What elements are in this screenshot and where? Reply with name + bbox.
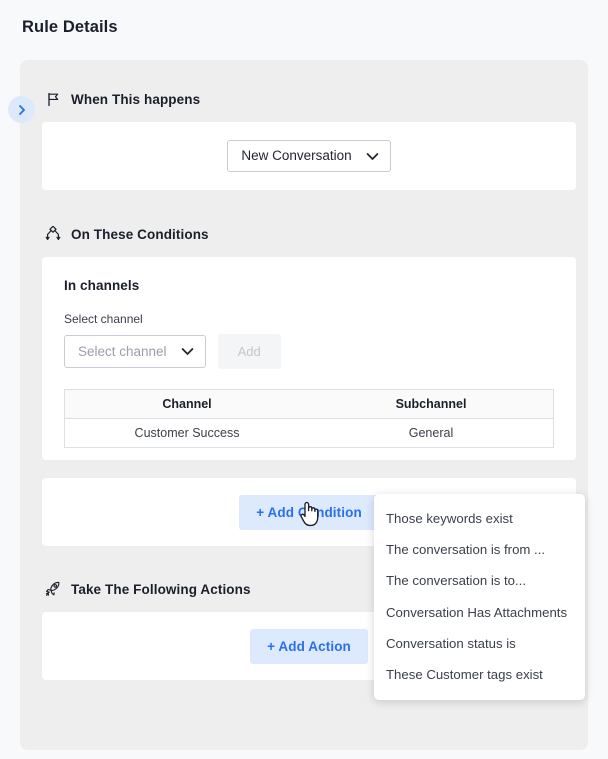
section-header-conditions: On These Conditions (44, 225, 209, 243)
menu-item-conversation-from[interactable]: The conversation is from ... (374, 534, 585, 565)
table-header-row: Channel Subchannel (64, 389, 554, 419)
add-condition-button[interactable]: + Add Condition (239, 494, 379, 530)
branch-nodes-icon (44, 225, 62, 243)
cell-channel: Customer Success (64, 418, 309, 448)
menu-item-conversation-to[interactable]: The conversation is to... (374, 565, 585, 596)
trigger-select-value: New Conversation (241, 148, 352, 164)
menu-item-customer-tags[interactable]: These Customer tags exist (374, 659, 585, 690)
add-action-button[interactable]: + Add Action (250, 628, 368, 664)
menu-item-has-attachments[interactable]: Conversation Has Attachments (374, 597, 585, 628)
cell-subchannel: General (309, 418, 554, 448)
channels-table: Channel Subchannel Customer Success Gene… (64, 389, 554, 448)
in-channels-card: In channels Select channel Select channe… (42, 257, 576, 460)
chevron-right-icon (16, 104, 28, 116)
menu-item-conversation-status[interactable]: Conversation status is (374, 628, 585, 659)
chevron-down-icon (366, 152, 379, 161)
flag-icon (44, 90, 62, 108)
in-channels-heading: In channels (64, 278, 140, 293)
add-channel-button[interactable]: Add (217, 334, 281, 369)
trigger-card: New Conversation (42, 122, 576, 190)
trigger-select[interactable]: New Conversation (227, 140, 391, 172)
collapse-panel-toggle[interactable] (8, 96, 35, 123)
column-header-channel: Channel (64, 389, 309, 419)
select-channel-label: Select channel (64, 312, 143, 326)
condition-type-menu: Those keywords exist The conversation is… (374, 494, 585, 701)
section-label-conditions: On These Conditions (71, 226, 209, 242)
column-header-subchannel: Subchannel (309, 389, 554, 419)
section-label-actions: Take The Following Actions (71, 581, 251, 597)
rocket-icon (44, 580, 62, 598)
menu-item-keywords-exist[interactable]: Those keywords exist (374, 503, 585, 534)
section-header-when: When This happens (44, 90, 200, 108)
table-row: Customer Success General (64, 418, 554, 448)
channel-select-placeholder: Select channel (78, 343, 167, 359)
section-header-actions: Take The Following Actions (44, 580, 251, 598)
section-label-when: When This happens (71, 91, 201, 107)
page-title: Rule Details (22, 18, 118, 36)
channel-select[interactable]: Select channel (64, 334, 206, 369)
chevron-down-icon (181, 347, 194, 356)
